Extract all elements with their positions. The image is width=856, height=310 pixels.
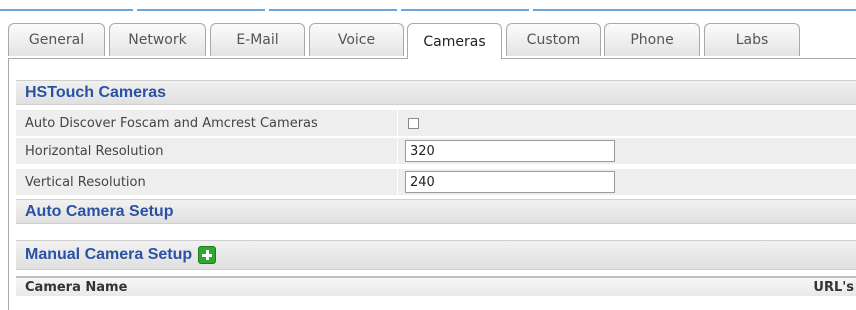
tab-labs[interactable]: Labs — [704, 23, 800, 56]
tab-custom[interactable]: Custom — [506, 23, 601, 56]
tab-bar: General Network E-Mail Voice Cameras Cus… — [8, 23, 856, 59]
camera-table-header: Camera Name URL's — [16, 276, 856, 296]
vertical-resolution-input[interactable] — [405, 171, 615, 193]
auto-discover-checkbox[interactable] — [408, 118, 419, 129]
tab-voice[interactable]: Voice — [309, 23, 404, 56]
tab-phone[interactable]: Phone — [604, 23, 700, 56]
horizontal-resolution-label: Horizontal Resolution — [25, 144, 164, 159]
row-horizontal-resolution: Horizontal Resolution — [16, 138, 856, 165]
tab-network[interactable]: Network — [109, 23, 206, 56]
top-stripe-segment — [533, 9, 856, 11]
section-manual-camera-setup: Manual Camera Setup — [16, 240, 856, 270]
section-auto-camera-setup: Auto Camera Setup — [16, 199, 856, 224]
horizontal-resolution-input[interactable] — [405, 140, 615, 162]
tab-general[interactable]: General — [8, 23, 105, 56]
section-title: Manual Camera Setup — [25, 246, 193, 263]
row-divider — [397, 138, 398, 165]
tab-cameras[interactable]: Cameras — [407, 23, 502, 59]
auto-discover-label: Auto Discover Foscam and Amcrest Cameras — [25, 116, 318, 131]
vertical-resolution-label: Vertical Resolution — [25, 175, 146, 190]
top-stripe-segment — [401, 9, 529, 11]
row-vertical-resolution: Vertical Resolution — [16, 169, 856, 196]
top-stripe-segment — [0, 9, 133, 11]
tab-email[interactable]: E-Mail — [210, 23, 305, 56]
column-header-camera-name: Camera Name — [25, 280, 128, 295]
section-hstouch-cameras: HSTouch Cameras — [16, 80, 856, 105]
plus-icon[interactable] — [198, 246, 217, 264]
row-divider — [397, 110, 398, 137]
row-divider — [397, 169, 398, 196]
section-title: Auto Camera Setup — [25, 202, 174, 220]
top-stripe-segment — [137, 9, 265, 11]
top-stripe — [0, 0, 856, 11]
top-stripe-segment — [269, 9, 397, 11]
row-auto-discover: Auto Discover Foscam and Amcrest Cameras — [16, 110, 856, 137]
section-title: HSTouch Cameras — [25, 83, 167, 101]
column-header-urls: URL's — [813, 280, 854, 295]
